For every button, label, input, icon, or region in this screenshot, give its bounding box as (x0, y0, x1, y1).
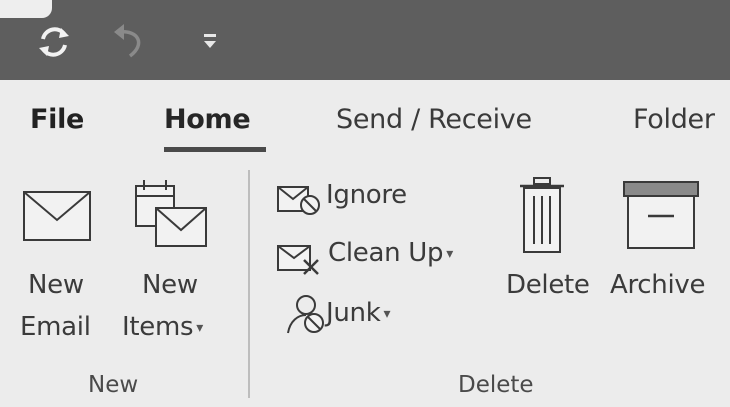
ignore-label[interactable]: Ignore (326, 180, 407, 210)
sync-icon[interactable] (34, 22, 74, 62)
clean-up-icon[interactable] (276, 242, 324, 278)
group-label-new: New (88, 372, 139, 398)
junk-label: Junk (326, 298, 381, 328)
tab-send-receive[interactable]: Send / Receive (336, 100, 532, 140)
new-email-line2[interactable]: Email (20, 312, 91, 342)
clean-up-button[interactable]: Clean Up ▾ (328, 238, 453, 268)
group-label-delete: Delete (458, 372, 534, 398)
customize-qa-icon[interactable] (200, 30, 220, 54)
active-tab-indicator (164, 147, 266, 152)
title-bar-corner (0, 0, 52, 18)
new-items-label: Items (122, 312, 194, 342)
archive-icon[interactable] (622, 180, 700, 252)
delete-button-label[interactable]: Delete (506, 270, 590, 300)
archive-button-label[interactable]: Archive (610, 270, 705, 300)
chevron-down-icon: ▾ (196, 319, 203, 336)
new-email-icon[interactable] (22, 190, 92, 242)
ignore-icon[interactable] (276, 183, 324, 217)
new-email-line1[interactable]: New (28, 270, 84, 300)
delete-icon[interactable] (516, 176, 568, 256)
undo-icon[interactable] (108, 22, 152, 62)
junk-icon[interactable] (284, 293, 326, 337)
tab-file[interactable]: File (30, 100, 84, 140)
junk-button[interactable]: Junk ▾ (326, 298, 391, 328)
new-items-line1[interactable]: New (142, 270, 198, 300)
clean-up-label: Clean Up (328, 238, 444, 268)
chevron-down-icon: ▾ (383, 305, 391, 322)
new-items-icon[interactable] (130, 178, 212, 260)
title-bar (0, 0, 730, 80)
chevron-down-icon: ▾ (446, 245, 453, 262)
group-divider (248, 170, 250, 398)
new-items-line2[interactable]: Items ▾ (122, 312, 203, 342)
tab-folder[interactable]: Folder (633, 100, 715, 140)
tab-home[interactable]: Home (164, 100, 251, 140)
